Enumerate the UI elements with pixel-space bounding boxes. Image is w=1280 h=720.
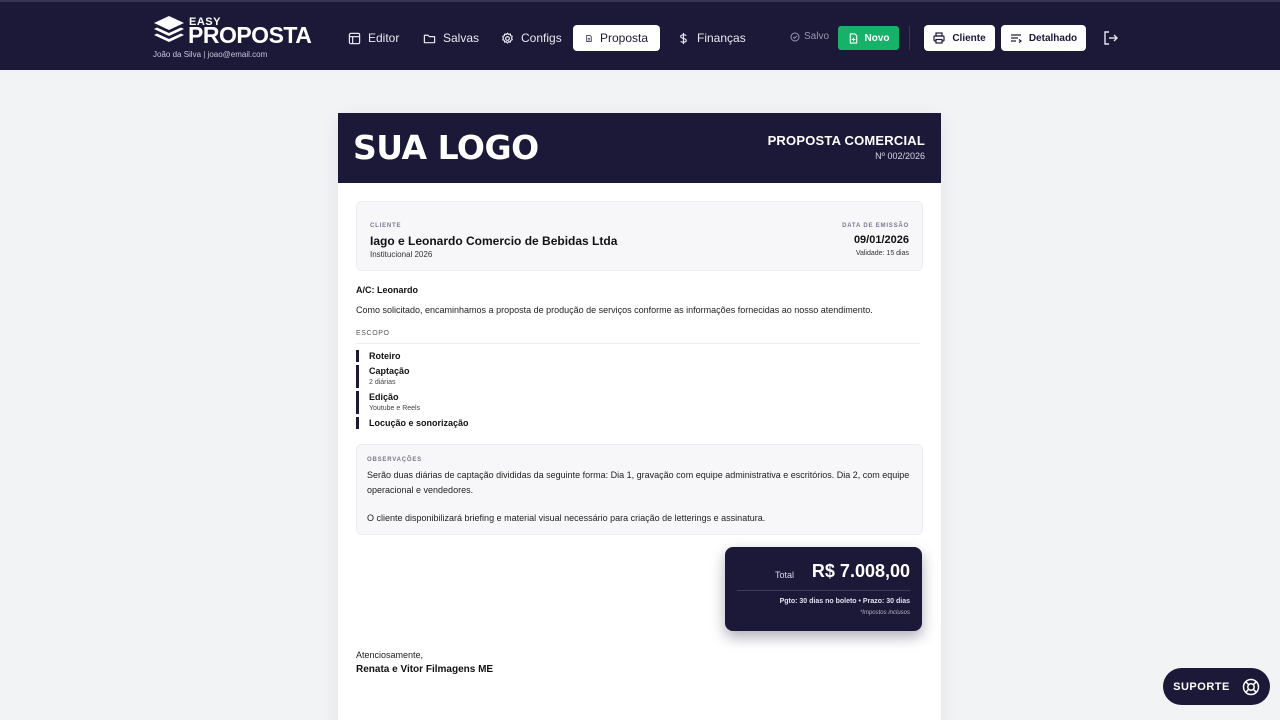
total-label: Total [775, 570, 795, 580]
closing-text: Atenciosamente, [356, 650, 424, 660]
detailed-button[interactable]: Detalhado [1001, 25, 1086, 51]
list-icon [1010, 34, 1022, 43]
observations-text: Serão duas diárias de captação divididas… [367, 468, 912, 526]
client-print-button-label: Cliente [952, 32, 986, 44]
scope-item-name: Edição [369, 392, 399, 402]
saved-status: Salvo [790, 31, 829, 42]
scope-item: Roteiro [356, 350, 916, 362]
scope-item: Captação 2 diárias [356, 365, 916, 388]
layers-icon [154, 16, 184, 42]
attention-line: A/C: Leonardo [356, 285, 418, 295]
nav-editor-label: Editor [368, 31, 400, 45]
total-card: Total R$ 7.008,00 Pgto: 30 dias no bolet… [725, 547, 922, 631]
scope-item-detail: 2 diárias [369, 379, 396, 386]
check-circle-icon [790, 32, 800, 41]
nav-editor[interactable]: Editor [348, 25, 399, 51]
company-logo-placeholder: SUA LOGO [353, 128, 539, 167]
validity: Validade: 15 dias [855, 250, 909, 257]
scope-divider [356, 343, 920, 344]
nav-financas-label: Finanças [697, 31, 746, 45]
client-name: Iago e Leonardo Comercio de Bebidas Ltda [370, 234, 618, 248]
document-icon [586, 34, 592, 42]
support-button[interactable]: SUPORTE [1163, 668, 1270, 705]
dollar-icon [680, 32, 687, 44]
client-project: Institucional 2026 [370, 250, 433, 259]
observations-label: OBSERVAÇÕES [367, 457, 422, 463]
observations-card: OBSERVAÇÕES Serão duas diárias de captaç… [356, 444, 923, 535]
scope-item: Edição Youtube e Reels [356, 391, 916, 414]
signature: Renata e Vitor Filmagens ME [356, 664, 494, 675]
issue-date-label: DATA DE EMISSÃO [842, 223, 909, 229]
support-label: SUPORTE [1173, 680, 1230, 693]
client-label: CLIENTE [370, 223, 402, 229]
scope-item-detail: Youtube e Reels [369, 405, 421, 412]
client-info-card: CLIENTE Iago e Leonardo Comercio de Bebi… [356, 201, 923, 271]
brand-name: PROPOSTA [188, 22, 312, 48]
scope-item-name: Captação [369, 366, 410, 376]
folder-icon [423, 34, 436, 43]
new-button-label: Novo [864, 32, 890, 44]
nav-configs-label: Configs [521, 31, 562, 45]
nav-configs[interactable]: Configs [501, 25, 562, 51]
nav-salvas[interactable]: Salvas [423, 25, 479, 51]
printer-icon [933, 32, 945, 44]
gear-icon [502, 32, 513, 44]
scope-item-name: Locução e sonorização [369, 418, 469, 428]
observations-paragraph: Serão duas diárias de captação divididas… [367, 470, 910, 495]
brand-logo[interactable]: EASY PROPOSTA João da Silva | joao@email… [153, 14, 323, 62]
top-bar: EASY PROPOSTA João da Silva | joao@email… [0, 0, 1280, 70]
proposal-document: SUA LOGO PROPOSTA COMERCIAL Nº 002/2026 … [338, 113, 941, 720]
total-divider [737, 590, 910, 591]
new-button[interactable]: Novo [838, 26, 899, 50]
nav-proposta[interactable]: Proposta [573, 25, 660, 51]
scope-item: Locução e sonorização [356, 417, 916, 429]
total-value: R$ 7.008,00 [811, 561, 910, 581]
user-info: João da Silva | joao@email.com [153, 50, 268, 59]
issue-date: 09/01/2026 [853, 234, 909, 246]
document-number: Nº 002/2026 [875, 151, 925, 161]
intro-text: Como solicitado, encaminhamos a proposta… [356, 305, 873, 315]
scope-list: Roteiro Captação 2 diárias Edição Youtub… [356, 350, 916, 432]
document-title: PROPOSTA COMERCIAL [767, 133, 925, 148]
lifebuoy-icon [1242, 678, 1260, 695]
observations-paragraph: O cliente disponibilizará briefing e mat… [367, 513, 766, 523]
file-plus-icon [849, 32, 857, 44]
document-header: SUA LOGO PROPOSTA COMERCIAL Nº 002/2026 [338, 113, 941, 183]
taxes-note: *Impostos inclusos [859, 610, 910, 616]
toolbar-divider [909, 26, 910, 50]
detailed-button-label: Detalhado [1028, 32, 1078, 44]
logout-icon[interactable] [1103, 30, 1119, 46]
nav-proposta-label: Proposta [599, 31, 648, 45]
nav-financas[interactable]: Finanças [677, 25, 746, 51]
saved-status-label: Salvo [804, 31, 830, 42]
client-print-button[interactable]: Cliente [924, 25, 995, 51]
layout-icon [348, 32, 361, 44]
payment-terms: Pgto: 30 dias no boleto • Prazo: 30 dias [779, 598, 910, 605]
scope-heading: ESCOPO [356, 330, 390, 337]
nav-salvas-label: Salvas [443, 31, 480, 45]
scope-item-name: Roteiro [369, 351, 401, 361]
